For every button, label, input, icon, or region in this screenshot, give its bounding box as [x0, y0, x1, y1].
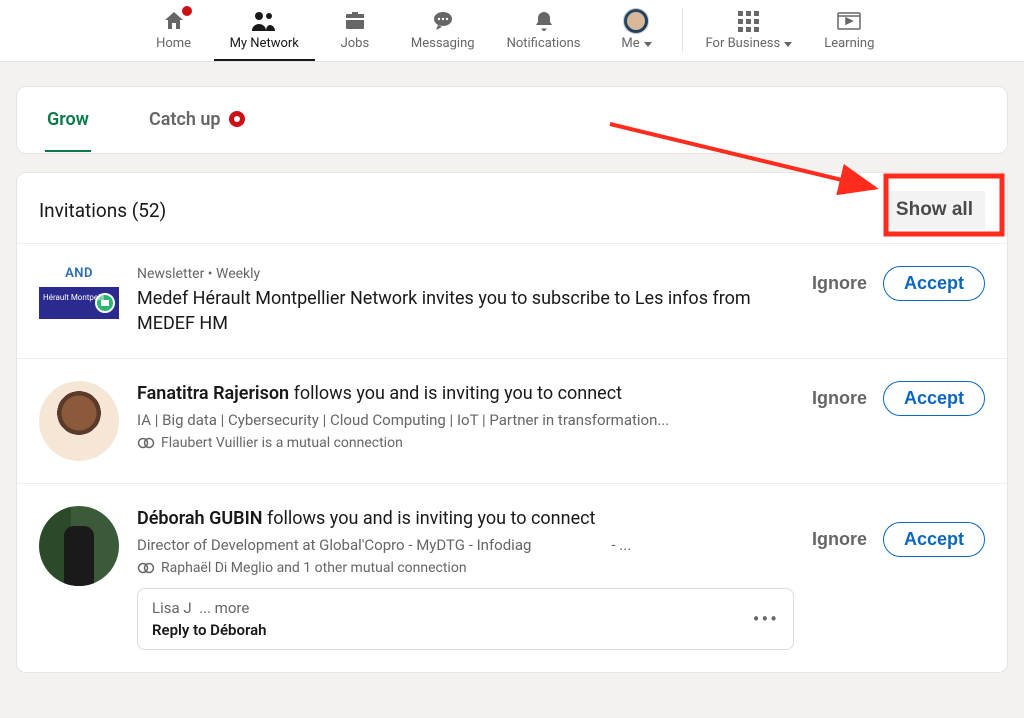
tab-catchup-label: Catch up — [149, 109, 221, 130]
accept-button[interactable]: Accept — [883, 381, 985, 416]
nav-business-label: For Business — [705, 36, 792, 51]
invitation-message[interactable]: Lisa J ... more Reply to Déborah ••• — [137, 588, 794, 650]
mutual-icon — [137, 437, 155, 449]
mutual-text: Raphaël Di Meglio and 1 other mutual con… — [161, 560, 467, 576]
nav-home[interactable]: Home — [134, 0, 214, 61]
home-icon — [162, 8, 186, 34]
nav-me[interactable]: Me — [596, 0, 676, 61]
accept-button[interactable]: Accept — [883, 522, 985, 557]
newsletter-thumbnail[interactable]: AND Hérault Montpelli — [39, 266, 119, 319]
nav-messaging[interactable]: Messaging — [395, 0, 491, 61]
inviter-name: Fanatitra Rajerison — [137, 383, 289, 404]
chat-icon — [431, 8, 455, 34]
invitation-row: AND Hérault Montpelli Newsletter • Weekl… — [17, 244, 1007, 359]
invitation-text[interactable]: Fanatitra Rajerison follows you and is i… — [137, 381, 794, 406]
show-all-button[interactable]: Show all — [884, 191, 985, 229]
mutual-connections[interactable]: Flaubert Vuillier is a mutual connection — [137, 435, 794, 451]
invitation-suffix: follows you and is inviting you to conne… — [263, 508, 596, 529]
people-icon — [251, 8, 277, 34]
apps-grid-icon — [738, 8, 759, 34]
new-activity-dot — [229, 111, 245, 127]
newsletter-brand: AND — [65, 266, 93, 281]
briefcase-icon — [343, 8, 367, 34]
nav-home-label: Home — [156, 36, 191, 51]
global-nav: Home My Network Jobs Messaging Notificat… — [0, 0, 1024, 62]
nav-network-label: My Network — [230, 36, 299, 51]
bell-icon — [532, 8, 556, 34]
ignore-button[interactable]: Ignore — [812, 388, 867, 409]
invitations-title: Invitations (52) — [39, 199, 166, 222]
nav-notifications[interactable]: Notifications — [491, 0, 597, 61]
nav-messaging-label: Messaging — [411, 36, 475, 51]
nav-learning-label: Learning — [824, 36, 874, 51]
nav-business[interactable]: For Business — [689, 0, 808, 61]
nav-notifications-label: Notifications — [507, 36, 581, 51]
inviter-name: Déborah GUBIN — [137, 508, 263, 529]
ignore-button[interactable]: Ignore — [812, 273, 867, 294]
chevron-down-icon — [644, 42, 652, 47]
invitation-row: Déborah GUBIN follows you and is invitin… — [17, 484, 1007, 671]
nav-me-label: Me — [621, 36, 651, 51]
mutual-connections[interactable]: Raphaël Di Meglio and 1 other mutual con… — [137, 560, 794, 576]
invitation-meta: Newsletter • Weekly — [137, 266, 794, 282]
tabs-card: Grow Catch up — [16, 86, 1008, 154]
message-more[interactable]: ... more — [199, 599, 249, 617]
tab-catch-up[interactable]: Catch up — [147, 89, 247, 152]
notification-badge — [180, 4, 194, 18]
invitations-card: Invitations (52) Show all AND Hérault Mo… — [16, 172, 1008, 673]
inviter-headline: IA | Big data | Cybersecurity | Cloud Co… — [137, 411, 777, 429]
nav-my-network[interactable]: My Network — [214, 0, 315, 61]
mutual-text: Flaubert Vuillier is a mutual connection — [161, 435, 403, 451]
newsletter-caption: Hérault Montpelli — [43, 293, 104, 302]
accept-button[interactable]: Accept — [883, 266, 985, 301]
profile-avatar[interactable] — [39, 506, 119, 586]
message-preview: Lisa J ... more — [152, 599, 267, 617]
invitation-row: Fanatitra Rajerison follows you and is i… — [17, 359, 1007, 484]
invitations-header: Invitations (52) Show all — [17, 173, 1007, 244]
profile-avatar[interactable] — [39, 381, 119, 461]
nav-jobs-label: Jobs — [341, 36, 370, 51]
avatar-icon — [623, 8, 649, 34]
learning-icon — [836, 8, 862, 34]
tab-grow-label: Grow — [47, 109, 89, 130]
invitation-text[interactable]: Déborah GUBIN follows you and is invitin… — [137, 506, 794, 531]
ignore-button[interactable]: Ignore — [812, 529, 867, 550]
tab-grow[interactable]: Grow — [45, 89, 91, 152]
reply-link[interactable]: Reply to Déborah — [152, 621, 267, 639]
invitation-text[interactable]: Medef Hérault Montpellier Network invite… — [137, 286, 794, 336]
inviter-headline: Director of Development at Global'Copro … — [137, 536, 777, 554]
message-menu-button[interactable]: ••• — [753, 607, 779, 631]
nav-learning[interactable]: Learning — [808, 0, 890, 61]
mutual-icon — [137, 562, 155, 574]
nav-jobs[interactable]: Jobs — [315, 0, 395, 61]
nav-separator — [682, 8, 683, 53]
chevron-down-icon — [784, 42, 792, 47]
invitation-suffix: follows you and is inviting you to conne… — [289, 383, 622, 404]
